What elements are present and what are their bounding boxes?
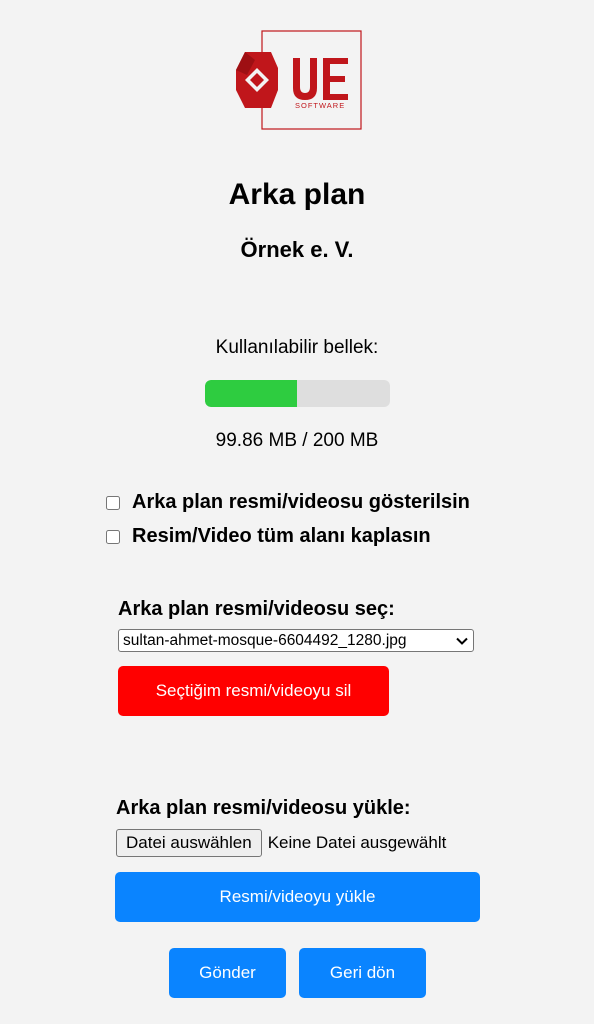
- background-settings-page: SOFTWARE Arka plan Örnek e. V. Kullanıla…: [0, 0, 594, 1024]
- back-button[interactable]: Geri dön: [299, 948, 426, 998]
- show-background-label: Arka plan resmi/videosu gösterilsin: [132, 491, 470, 513]
- selected-file-name: sultan-ahmet-mosque-6604492_1280.jpg: [123, 631, 407, 649]
- cover-area-label: Resim/Video tüm alanı kaplasın: [132, 525, 431, 547]
- upload-button[interactable]: Resmi/videoyu yükle: [115, 872, 480, 922]
- memory-progress-bar: [205, 380, 390, 407]
- delete-selected-button[interactable]: Seçtiğim resmi/videoyu sil: [118, 666, 389, 716]
- upload-section-title: Arka plan resmi/videosu yükle:: [116, 797, 411, 819]
- file-input: Datei auswählen Keine Datei ausgewählt: [116, 829, 446, 857]
- page-title: Arka plan: [228, 178, 366, 211]
- background-file-select[interactable]: sultan-ahmet-mosque-6604492_1280.jpg: [118, 629, 474, 652]
- select-section-title: Arka plan resmi/videosu seç:: [118, 598, 395, 620]
- chevron-down-icon: [456, 637, 468, 645]
- memory-usage-text: 99.86 MB / 200 MB: [215, 430, 379, 451]
- cover-area-checkbox[interactable]: [106, 529, 120, 544]
- organization-name: Örnek e. V.: [240, 237, 354, 262]
- send-button[interactable]: Gönder: [169, 948, 286, 998]
- memory-progress-fill: [205, 380, 298, 407]
- show-background-checkbox[interactable]: [106, 495, 120, 510]
- choose-file-button[interactable]: Datei auswählen: [116, 829, 262, 857]
- memory-label: Kullanılabilir bellek:: [215, 337, 379, 358]
- show-background-option[interactable]: Arka plan resmi/videosu gösterilsin: [106, 491, 470, 514]
- file-status-text: Keine Datei ausgewählt: [267, 833, 447, 852]
- logo-subtext: SOFTWARE: [295, 101, 345, 110]
- cover-area-option[interactable]: Resim/Video tüm alanı kaplasın: [106, 525, 431, 548]
- ue-software-logo: SOFTWARE: [236, 30, 362, 130]
